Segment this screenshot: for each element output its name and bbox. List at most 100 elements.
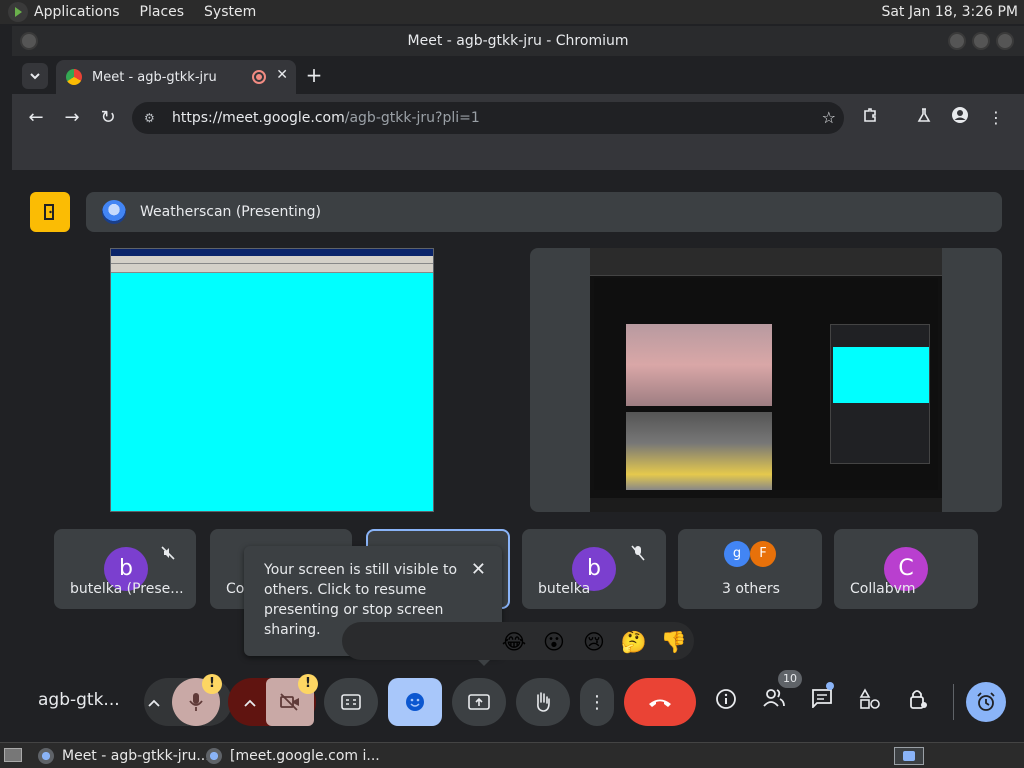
taskbar-item-meet[interactable]: Meet - agb-gtkk-jru... — [38, 746, 210, 766]
reaction-surprised[interactable]: 😮 — [540, 628, 568, 656]
workspace-switcher[interactable] — [894, 747, 924, 765]
remote-window-titlebar — [111, 249, 433, 256]
shared-browser-chrome — [590, 248, 942, 276]
participant-name: 3 others — [722, 581, 780, 597]
chromium-icon — [206, 748, 222, 764]
taskbar-item-label: Meet - agb-gtkk-jru... — [62, 748, 210, 764]
chevron-down-icon — [30, 73, 40, 80]
raise-hand-button[interactable] — [516, 678, 570, 726]
chromium-icon — [38, 748, 54, 764]
back-button[interactable]: ← — [24, 106, 48, 130]
reaction-thumbs-down[interactable]: 👎 — [660, 628, 688, 656]
more-menu-icon[interactable]: ⋮ — [984, 106, 1008, 130]
participant-name: Co — [226, 581, 245, 597]
shared-screen-desktop — [590, 248, 942, 512]
reload-button[interactable]: ↻ — [96, 106, 120, 130]
emoji-icon — [406, 693, 424, 711]
others-tile[interactable]: g F 3 others — [678, 529, 822, 609]
audio-options-chevron-icon[interactable] — [140, 688, 168, 716]
labs-flask-icon[interactable] — [912, 106, 936, 130]
host-controls-lock-icon[interactable] — [904, 688, 932, 716]
meeting-details-icon[interactable] — [712, 688, 740, 716]
more-vert-icon: ⋮ — [588, 691, 606, 713]
presentation-tile[interactable] — [530, 248, 1002, 512]
muted-mic-icon — [628, 545, 648, 565]
tab-meet[interactable]: Meet - agb-gtkk-jru ✕ — [56, 60, 296, 94]
clock[interactable]: Sat Jan 18, 3:26 PM — [881, 4, 1018, 20]
video-thumbnail-2 — [626, 412, 772, 490]
shared-screen-vnc[interactable] — [110, 248, 434, 512]
participant-tile[interactable]: b butelka (Prese... — [54, 529, 196, 609]
chat-icon[interactable] — [808, 688, 836, 716]
close-tab-icon[interactable]: ✕ — [276, 67, 288, 83]
chat-unread-dot — [826, 682, 834, 690]
reaction-thinking[interactable]: 🤔 — [620, 628, 648, 656]
close-icon[interactable]: ✕ — [471, 560, 486, 580]
reaction-laugh[interactable]: 😂 — [500, 628, 528, 656]
maximize-button[interactable] — [972, 32, 990, 50]
taskbar-item-popup[interactable]: [meet.google.com i... — [206, 746, 380, 766]
extensions-icon[interactable] — [858, 106, 882, 130]
more-options-button[interactable]: ⋮ — [580, 678, 614, 726]
new-tab-button[interactable]: + — [302, 64, 326, 88]
applications-menu[interactable]: Applications — [34, 4, 120, 20]
present-screen-button[interactable] — [452, 678, 506, 726]
system-menu[interactable]: System — [204, 4, 256, 20]
window-title: Meet - agb-gtkk-jru - Chromium — [407, 33, 629, 49]
presenter-label: Weatherscan (Presenting) — [140, 204, 321, 220]
remote-cyan-canvas — [111, 273, 433, 511]
forward-button[interactable]: → — [60, 106, 84, 130]
os-top-panel: Applications Places System Sat Jan 18, 3… — [0, 0, 1024, 24]
show-desktop-icon[interactable] — [4, 748, 22, 762]
hang-up-icon — [649, 699, 671, 707]
video-options-chevron-icon[interactable] — [236, 688, 264, 716]
camera-off-icon — [280, 693, 299, 711]
leave-call-button[interactable] — [624, 678, 696, 726]
window-menu-button[interactable] — [20, 32, 38, 50]
window-titlebar[interactable]: Meet - agb-gtkk-jru - Chromium — [12, 26, 1024, 56]
microphone-icon — [189, 693, 203, 711]
url-host: https://meet.google.com — [172, 110, 345, 126]
meet-favicon-icon — [66, 69, 82, 85]
tab-search-button[interactable] — [22, 63, 48, 89]
site-info-icon[interactable]: ⚙ — [144, 111, 160, 125]
distro-logo-icon[interactable] — [8, 2, 28, 22]
activities-icon[interactable] — [856, 688, 884, 716]
browser-toolbar: ← → ↻ ⚙ https://meet.google.com/agb-gtkk… — [12, 94, 1024, 142]
tab-strip: Meet - agb-gtkk-jru ✕ + — [12, 56, 1024, 94]
presenter-bar[interactable]: Weatherscan (Presenting) — [86, 192, 1002, 232]
shared-meet-window — [830, 324, 930, 464]
bookmark-star-icon[interactable]: ☆ — [822, 108, 836, 127]
places-menu[interactable]: Places — [140, 4, 185, 20]
participant-tile[interactable]: b butelka — [522, 529, 666, 609]
taskbar-item-label: [meet.google.com i... — [230, 748, 380, 764]
url-path: /agb-gtkk-jru?pli=1 — [344, 110, 480, 126]
minimize-button[interactable] — [948, 32, 966, 50]
meeting-code: agb-gtk... — [38, 690, 120, 710]
reaction-sad[interactable]: 😢 — [580, 628, 608, 656]
captions-button[interactable] — [324, 678, 378, 726]
address-bar[interactable]: ⚙ https://meet.google.com/agb-gtkk-jru?p… — [132, 102, 844, 134]
shared-cyan-preview — [833, 347, 929, 403]
participant-name: butelka (Prese... — [70, 581, 184, 597]
close-window-button[interactable] — [996, 32, 1014, 50]
avatar: F — [750, 541, 776, 567]
people-icon[interactable] — [760, 688, 788, 716]
alarm-clock-icon[interactable] — [966, 682, 1006, 722]
captions-icon — [341, 694, 361, 710]
reactions-button[interactable] — [388, 678, 442, 726]
camera-warning-badge: ! — [298, 674, 318, 694]
avatar: g — [724, 541, 750, 567]
profile-icon[interactable] — [948, 106, 972, 130]
infobar-strip — [12, 142, 1024, 170]
reactions-bar: 😂 😮 😢 🤔 👎 — [342, 622, 694, 660]
recording-indicator-icon — [252, 70, 266, 84]
os-taskbar: Meet - agb-gtkk-jru... [meet.google.com … — [0, 742, 1024, 768]
participant-name: butelka — [538, 581, 591, 597]
tab-title: Meet - agb-gtkk-jru — [92, 69, 217, 85]
muted-mic-icon — [158, 545, 178, 565]
exit-door-icon[interactable] — [30, 192, 70, 232]
participant-tile[interactable]: C Collabvm — [834, 529, 978, 609]
participant-count-badge: 10 — [778, 670, 802, 688]
participant-name: Collabvm — [850, 581, 916, 597]
